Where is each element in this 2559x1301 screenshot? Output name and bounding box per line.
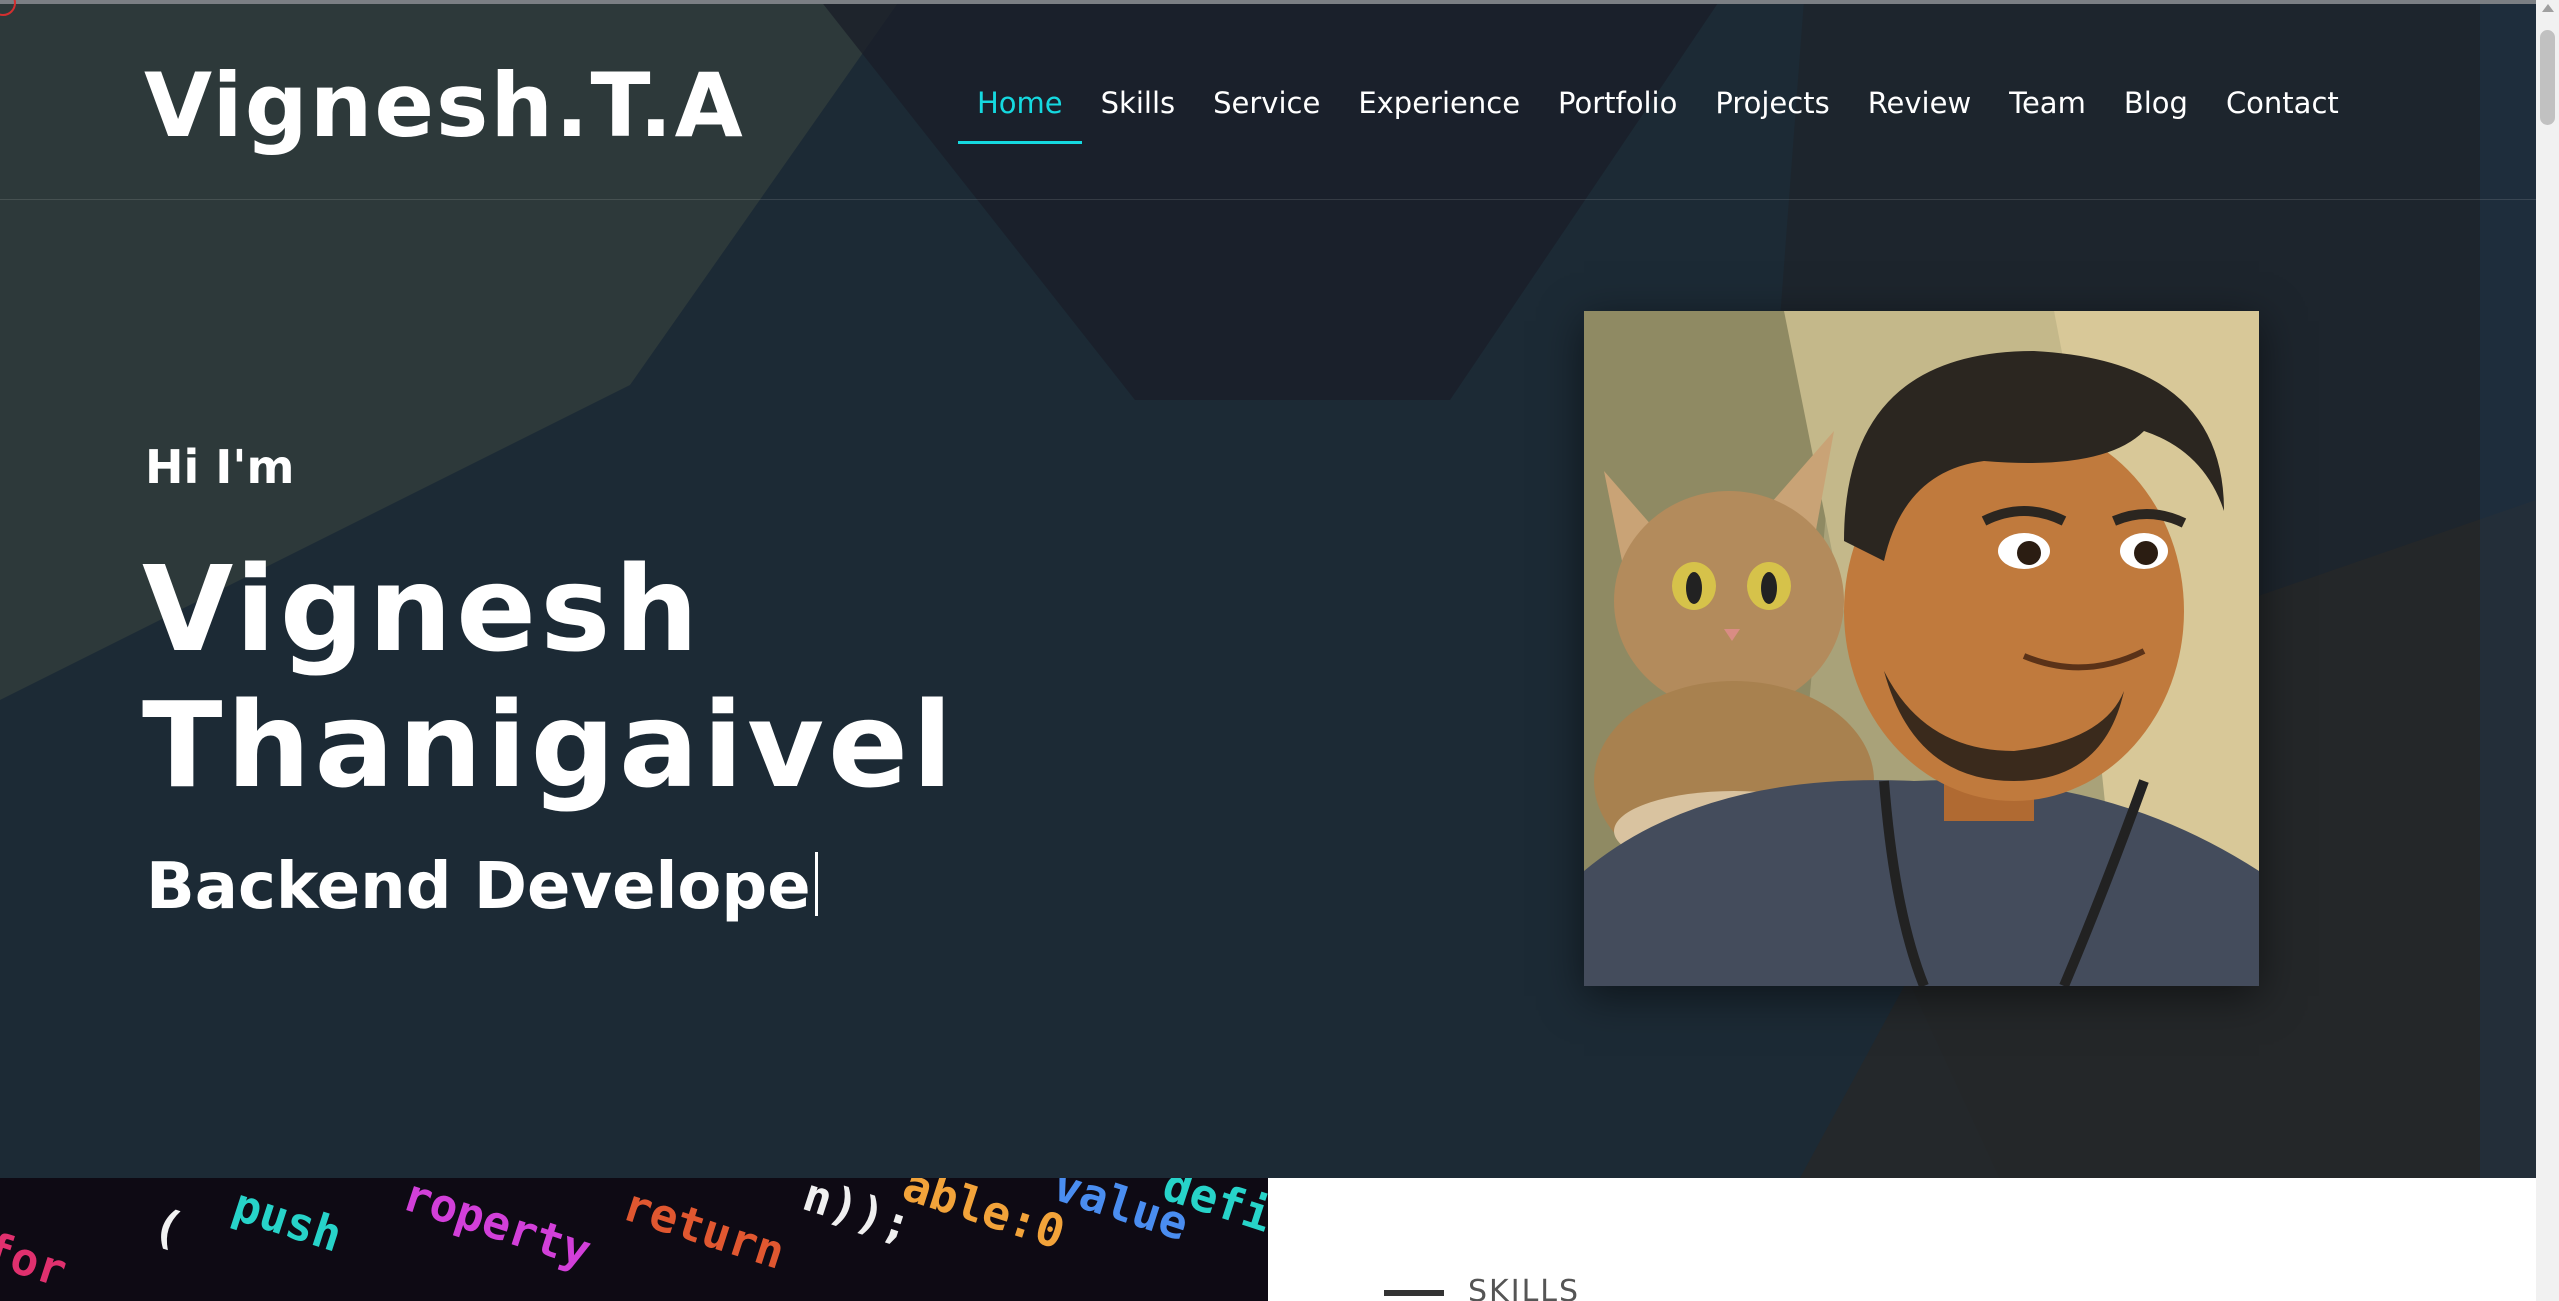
hero-section: Vignesh.T.A Home Skills Service Experien… [0, 0, 2536, 1178]
window-top-border [0, 0, 2559, 4]
typing-cursor [814, 852, 818, 916]
nav-item-contact[interactable]: Contact [2207, 74, 2358, 144]
arrow-up-icon[interactable] [2542, 4, 2554, 12]
skills-heading: SKILLS [1468, 1274, 1581, 1301]
nav-item-home[interactable]: Home [958, 74, 1082, 144]
nav-item-projects[interactable]: Projects [1696, 74, 1848, 144]
code-image: for ( push roperty return n)); able:0 va… [0, 1178, 1268, 1301]
nav-item-portfolio[interactable]: Portfolio [1539, 74, 1696, 144]
main-nav: Home Skills Service Experience Portfolio… [958, 74, 2358, 144]
nav-item-service[interactable]: Service [1194, 74, 1339, 144]
code-image-banner: for ( push roperty return n)); able:0 va… [0, 1178, 1268, 1301]
page-scrollbar[interactable] [2536, 0, 2559, 1301]
hero-role: Backend Develope [146, 850, 818, 924]
skills-section: SKILLS [1268, 1178, 2536, 1301]
nav-item-review[interactable]: Review [1849, 74, 1990, 144]
profile-avatar [1584, 311, 2259, 986]
hero-role-text: Backend Develope [146, 850, 811, 924]
skills-heading-mark [1384, 1290, 1444, 1296]
avatar-illustration [1584, 311, 2259, 986]
site-logo[interactable]: Vignesh.T.A [144, 54, 745, 157]
nav-item-experience[interactable]: Experience [1339, 74, 1539, 144]
hero-name-last: Thanigaivel [142, 676, 957, 814]
hero-greeting: Hi I'm [145, 440, 295, 494]
nav-item-blog[interactable]: Blog [2105, 74, 2207, 144]
site-header: Vignesh.T.A Home Skills Service Experien… [0, 4, 2536, 200]
hero-name-first: Vignesh [142, 540, 703, 678]
scrollbar-thumb[interactable] [2540, 30, 2555, 125]
page: Vignesh.T.A Home Skills Service Experien… [0, 0, 2536, 1301]
nav-item-team[interactable]: Team [1990, 74, 2105, 144]
nav-item-skills[interactable]: Skills [1082, 74, 1194, 144]
